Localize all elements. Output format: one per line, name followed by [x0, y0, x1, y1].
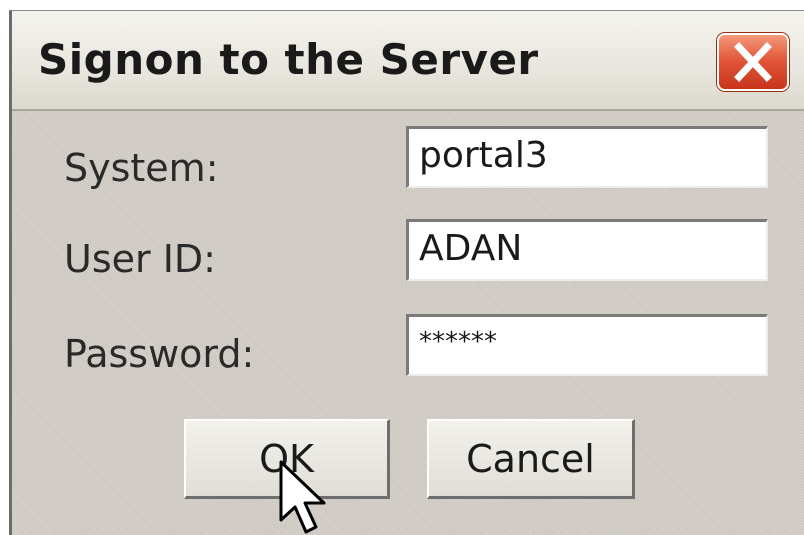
user-id-label: User ID:: [64, 237, 216, 281]
system-field[interactable]: portal3: [406, 126, 768, 188]
signon-dialog: Signon to the Server System: portal3 Use…: [9, 10, 804, 535]
cancel-button[interactable]: Cancel: [427, 419, 635, 499]
dialog-title: Signon to the Server: [38, 35, 539, 84]
mouse-pointer-icon: [279, 460, 326, 534]
title-bar[interactable]: Signon to the Server: [12, 11, 804, 111]
system-label: System:: [64, 146, 219, 190]
password-label: Password:: [64, 332, 255, 376]
password-field[interactable]: ******: [406, 314, 768, 376]
close-x-icon: [734, 42, 772, 82]
close-button[interactable]: [717, 33, 789, 91]
user-id-field[interactable]: ADAN: [406, 219, 768, 281]
